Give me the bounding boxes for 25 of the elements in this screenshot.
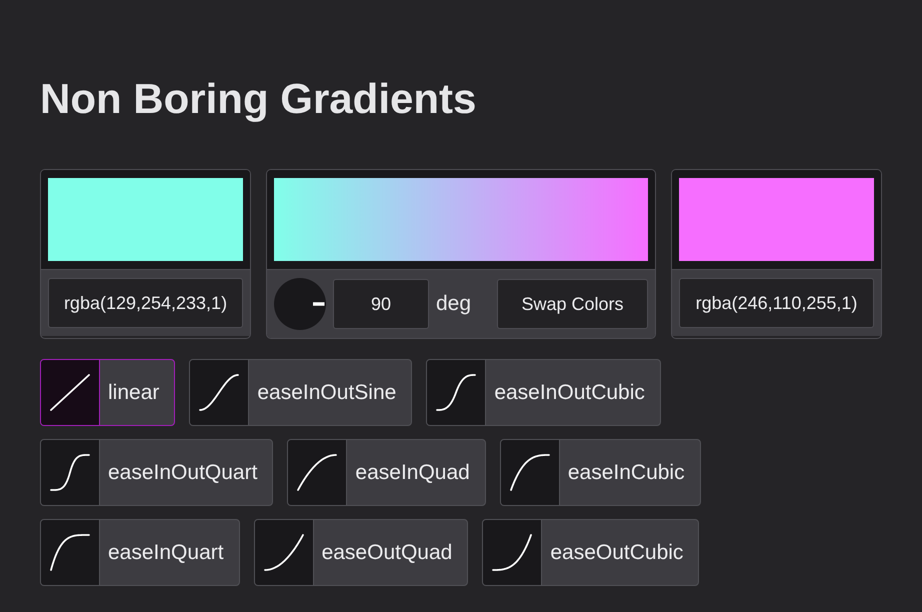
easing-curve-icon [190,360,250,425]
color-input[interactable]: rgba(246,110,255,1) [679,278,874,328]
easing-curve-icon [288,440,348,505]
easing-button[interactable]: easeInOutCubic [426,359,661,426]
unit-label: deg [436,291,472,318]
easing-button[interactable]: easeOutQuad [254,519,468,586]
easing-button[interactable]: linear [40,359,176,426]
color-input[interactable]: rgba(129,254,233,1) [48,278,243,328]
easing-curve-icon [41,520,100,585]
easing-button[interactable]: easeInOutSine [189,359,412,426]
page-title: Non Boring Gradients [40,74,478,124]
easing-button[interactable]: easeOutCubic [482,519,700,586]
easing-curve-icon [41,360,100,425]
easing-curve-icon [483,520,542,585]
dial-icon[interactable] [274,278,326,330]
swap-colors-button[interactable]: Swap Colors [497,279,648,329]
easing-button[interactable]: easeInQuart [40,519,240,586]
easing-button[interactable]: easeInOutQuart [40,439,274,506]
easing-curve-icon [427,360,486,425]
angle-input[interactable]: 90 [333,279,429,329]
easing-button[interactable]: easeInCubic [500,439,701,506]
easing-button[interactable]: easeInQuad [287,439,486,506]
easing-curve-icon [500,440,560,505]
easing-curve-icon [41,440,100,505]
easing-curve-icon [254,520,314,585]
